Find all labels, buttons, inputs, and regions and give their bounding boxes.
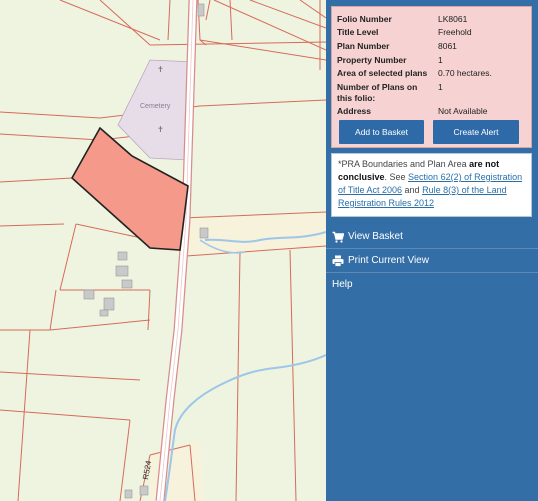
print-icon <box>332 255 344 267</box>
address-label: Address <box>337 106 372 116</box>
property-number-value: 1 <box>438 55 443 65</box>
area-value: 0.70 hectares. <box>438 68 492 78</box>
disclaimer-box: *PRA Boundaries and Plan Area are not co… <box>331 153 532 217</box>
plans-count-label: Number of Plans on this folio: <box>337 82 418 103</box>
address-value: Not Available <box>438 106 488 116</box>
area-label: Area of selected plans <box>337 68 428 78</box>
help-button[interactable]: Help <box>326 273 538 297</box>
title-level-label: Title Level <box>337 27 379 37</box>
create-alert-button[interactable]: Create Alert <box>433 120 519 144</box>
disclaimer-text: *PRA Boundaries and Plan Area <box>338 159 470 169</box>
print-view-label: Print Current View <box>348 255 429 266</box>
folio-details-card: Folio Number LK8061 Title Level Freehold… <box>331 6 532 148</box>
folio-number-value: LK8061 <box>438 14 468 24</box>
plan-number-value: 8061 <box>438 41 457 51</box>
plans-count-value: 1 <box>438 82 443 92</box>
title-level-value: Freehold <box>438 27 472 37</box>
cart-icon <box>332 231 344 243</box>
add-to-basket-button[interactable]: Add to Basket <box>339 120 424 144</box>
cemetery-label: Cemetery <box>140 103 171 110</box>
disclaimer-text-2: . See <box>384 172 409 182</box>
folio-number-label: Folio Number <box>337 14 392 24</box>
map-view[interactable]: ✝ ✝ Cemetery R524 <box>0 0 326 501</box>
map-canvas[interactable]: ✝ ✝ Cemetery R524 <box>0 0 326 501</box>
svg-text:✝: ✝ <box>157 125 164 134</box>
property-number-label: Property Number <box>337 55 407 65</box>
svg-text:✝: ✝ <box>157 65 164 74</box>
print-view-button[interactable]: Print Current View <box>326 249 538 273</box>
help-label: Help <box>332 279 353 290</box>
disclaimer-text-3: and <box>402 185 423 195</box>
view-basket-button[interactable]: View Basket <box>326 225 538 249</box>
side-panel: Folio Number LK8061 Title Level Freehold… <box>326 0 538 501</box>
plan-number-label: Plan Number <box>337 41 390 51</box>
view-basket-label: View Basket <box>348 231 403 242</box>
